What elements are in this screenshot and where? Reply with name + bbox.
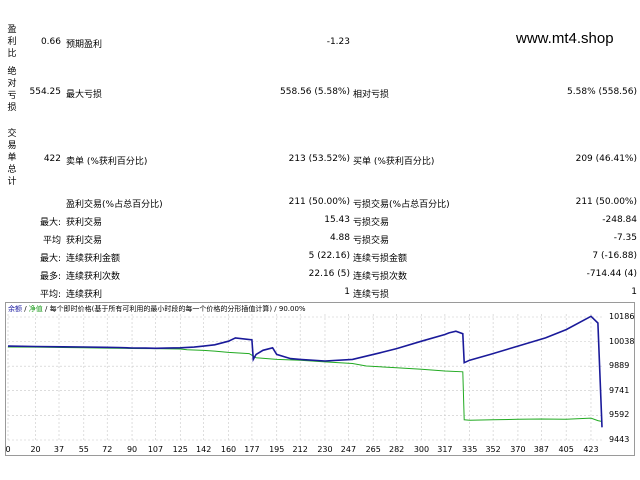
x-tick-label: 423 (583, 445, 599, 454)
x-tick-label: 37 (53, 445, 65, 454)
x-tick-label: 265 (365, 445, 381, 454)
x-tick-label: 195 (269, 445, 285, 454)
balance-line (7, 315, 603, 428)
x-tick-label: 20 (30, 445, 41, 454)
x-tick-label: 300 (413, 445, 430, 454)
x-tick-label: 230 (317, 445, 333, 454)
x-tick-label: 317 (437, 445, 453, 454)
x-tick-label: 72 (102, 445, 113, 454)
x-tick-label: 352 (485, 445, 501, 454)
x-tick-label: 142 (196, 445, 212, 454)
x-tick-label: 282 (389, 445, 405, 454)
y-tick-label: 9443 (609, 435, 630, 444)
x-tick-label: 125 (172, 445, 188, 454)
x-tick-label: 247 (340, 445, 357, 454)
x-tick-label: 212 (292, 445, 308, 454)
x-tick-label: 55 (78, 445, 89, 454)
x-tick-label: 177 (244, 445, 260, 454)
y-tick-label: 9741 (609, 385, 630, 395)
x-tick-label: 405 (558, 445, 574, 454)
chart-plot-area (7, 314, 603, 441)
y-tick-label: 10186 (609, 312, 635, 321)
x-tick-label: 90 (126, 445, 138, 454)
x-tick-label: 160 (220, 445, 237, 454)
equity-line (7, 346, 603, 422)
x-tick-label: 0 (5, 445, 11, 454)
y-tick-label: 9889 (609, 361, 630, 371)
x-tick-label: 370 (510, 445, 526, 454)
x-tick-label: 387 (533, 445, 549, 454)
x-tick-label: 107 (147, 445, 164, 454)
x-tick-label: 335 (462, 445, 478, 454)
y-tick-label: 9592 (609, 410, 630, 420)
y-tick-label: 10038 (609, 336, 635, 346)
